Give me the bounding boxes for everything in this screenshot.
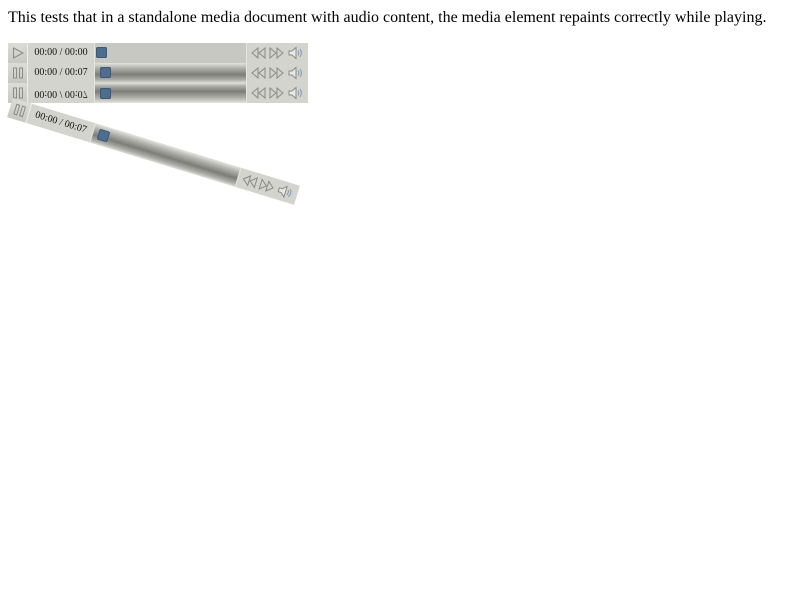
fast-forward-icon[interactable] [269,67,285,79]
fast-forward-icon[interactable] [258,178,276,194]
time-display: 00:00 / 00:00 [34,47,88,58]
audio-player-rotated: 00:00 / 00:07 [7,98,300,205]
volume-icon[interactable] [288,46,304,60]
audio-player-flipped: 00:00 / 00:07 [8,83,308,103]
time-display: 00:00 / 00:07 [34,88,88,99]
slider-thumb[interactable] [96,128,111,143]
test-description: This tests that in a standalone media do… [8,9,767,26]
slider-thumb[interactable] [100,88,111,99]
audio-player-paused: 00:00 / 00:00 [8,43,308,63]
time-display: 00:00 / 00:07 [34,67,88,78]
fast-forward-icon[interactable] [269,87,285,99]
time-display: 00:00 / 00:07 [33,109,89,136]
rewind-icon[interactable] [251,67,266,79]
volume-icon[interactable] [288,86,304,100]
rewind-icon[interactable] [251,87,266,99]
progress-slider[interactable] [94,63,247,83]
slider-thumb[interactable] [100,67,111,78]
progress-slider[interactable] [94,83,247,103]
slider-thumb[interactable] [96,47,107,58]
rewind-icon[interactable] [251,47,266,59]
audio-player-playing: 00:00 / 00:07 [8,63,308,83]
fast-forward-icon[interactable] [269,47,285,59]
pause-icon[interactable] [8,63,28,83]
progress-slider[interactable] [89,123,242,188]
play-icon[interactable] [8,43,28,63]
volume-icon[interactable] [288,66,304,80]
rewind-icon[interactable] [241,173,259,189]
volume-icon[interactable] [276,183,295,201]
progress-slider[interactable] [94,43,247,63]
